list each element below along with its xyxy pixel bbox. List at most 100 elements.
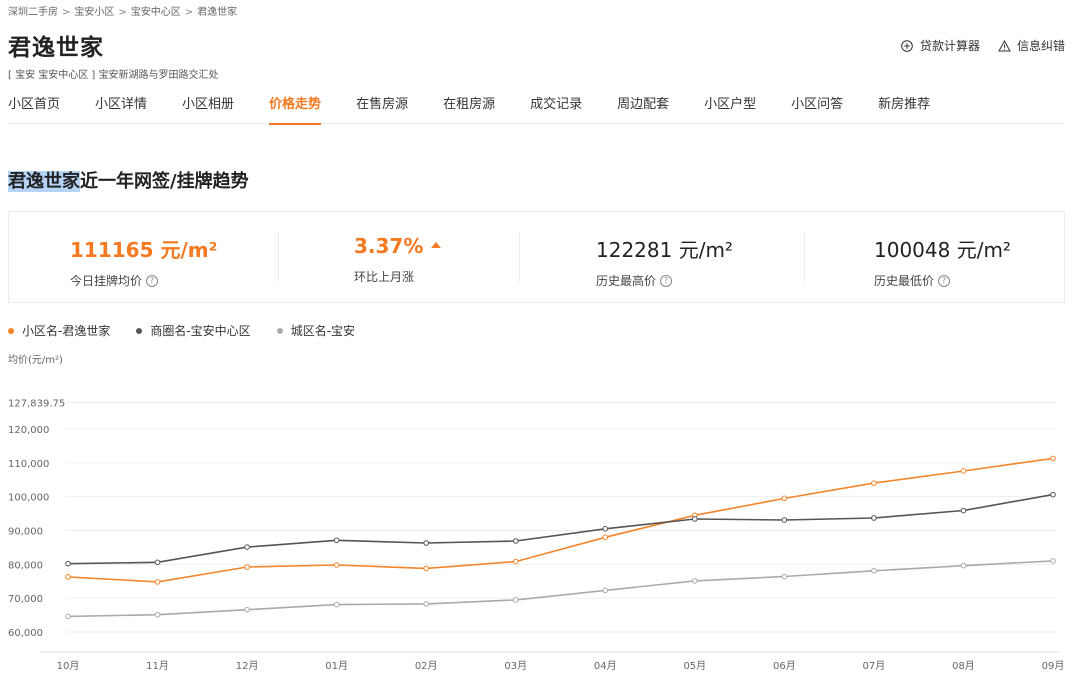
info-correction-button[interactable]: 信息纠错 (998, 37, 1065, 54)
legend-item-community[interactable]: 小区名-君逸世家 (8, 322, 110, 339)
data-point (65, 574, 71, 580)
tab-transactions[interactable]: 成交记录 (530, 97, 582, 124)
breadcrumb-separator: > (62, 7, 71, 18)
x-tick-label: 03月 (504, 660, 527, 672)
community-tabs: 小区首页 小区详情 小区相册 价格走势 在售房源 在租房源 成交记录 周边配套 … (8, 97, 1065, 125)
mom-value: 3.37% (354, 234, 424, 258)
data-point (781, 517, 788, 523)
tab-new-homes[interactable]: 新房推荐 (878, 97, 930, 124)
info-correction-label: 信息纠错 (1016, 39, 1065, 53)
x-tick-label: 02月 (415, 660, 438, 672)
data-point (244, 564, 250, 570)
price-trend-chart: 127,839.75 120,000 110,000 100,000 90,000 80,… (8, 398, 1065, 672)
data-point (1050, 491, 1056, 498)
y-tick-label: 127,839.75 (8, 398, 65, 409)
hist-high-label: 历史最高价 (596, 274, 657, 288)
chart-legend: 小区名-君逸世家 商圈名-宝安中心区 城区名-宝安 (8, 322, 355, 339)
data-point (65, 560, 71, 567)
series-line-2 (67, 560, 1054, 618)
section-title: 君逸世家近一年网签/挂牌趋势 (8, 167, 249, 193)
legend-dot (276, 327, 283, 334)
data-point (423, 540, 429, 546)
hist-high-value: 122281 元/m² (596, 238, 733, 262)
data-point (602, 534, 609, 541)
tab-home[interactable]: 小区首页 (8, 97, 60, 124)
y-tick-label: 120,000 (8, 425, 49, 436)
data-point (871, 515, 877, 521)
tab-for-sale[interactable]: 在售房源 (356, 97, 408, 124)
up-arrow-icon (431, 241, 442, 248)
data-point (244, 606, 250, 613)
data-point (154, 559, 161, 566)
y-tick-label: 110,000 (8, 459, 49, 470)
legend-label-business: 商圈名-宝安中心区 (150, 324, 251, 338)
data-point (512, 558, 519, 565)
x-tick-label: 10月 (57, 660, 80, 672)
data-point (692, 516, 698, 522)
hist-high-label-wrap: 历史最高价 ? (596, 272, 673, 289)
data-point (512, 538, 519, 544)
series-line-0 (67, 457, 1054, 583)
data-point (871, 567, 877, 574)
listing-avg-label: 今日挂牌均价 (70, 274, 143, 288)
section-title-highlight: 君逸世家 (8, 171, 80, 192)
data-point (154, 579, 161, 585)
legend-dot (136, 327, 143, 334)
tab-qa[interactable]: 小区问答 (791, 97, 843, 124)
y-tick-label: 90,000 (8, 527, 43, 538)
data-point (65, 613, 71, 620)
price-stats-panel: 111165 元/m² 今日挂牌均价 ? 3.37% 环比上月涨 122281 … (8, 211, 1065, 303)
legend-label-district: 城区名-宝安 (290, 324, 356, 338)
listing-avg-label-wrap: 今日挂牌均价 ? (70, 272, 159, 289)
x-tick-label: 11月 (146, 660, 169, 672)
section-title-rest: 近一年网签/挂牌趋势 (80, 171, 249, 192)
breadcrumb-item-district[interactable]: 宝安小区 (74, 7, 114, 18)
data-point (960, 507, 967, 514)
data-point (1050, 558, 1056, 564)
x-tick-label: 08月 (952, 660, 975, 672)
data-point (154, 611, 161, 618)
legend-item-district[interactable]: 城区名-宝安 (276, 322, 356, 339)
breadcrumb-item-current[interactable]: 君逸世家 (197, 7, 237, 18)
tab-details[interactable]: 小区详情 (95, 97, 147, 124)
data-point (781, 495, 788, 502)
mom-value-wrap: 3.37% (354, 234, 442, 258)
breadcrumb-item-city[interactable]: 深圳二手房 (8, 7, 58, 18)
mom-label: 环比上月涨 (354, 270, 415, 284)
data-point (781, 573, 788, 580)
stat-listing-avg: 111165 元/m² 今日挂牌均价 ? (9, 212, 277, 304)
breadcrumb-item-area[interactable]: 宝安中心区 (131, 7, 181, 18)
hist-low-value: 100048 元/m² (874, 238, 1011, 262)
help-icon[interactable]: ? (660, 274, 673, 287)
series-line-1 (67, 493, 1054, 565)
tab-album[interactable]: 小区相册 (182, 97, 234, 124)
x-tick-label: 09月 (1042, 660, 1065, 672)
data-point (960, 562, 967, 569)
x-tick-label: 06月 (773, 660, 796, 672)
tab-price-trend[interactable]: 价格走势 (269, 97, 322, 125)
breadcrumb-separator: > (118, 7, 127, 18)
community-address: [ 宝安 宝安中心区 ] 宝安新湖路与罗田路交汇处 (8, 70, 219, 81)
data-point (960, 468, 967, 474)
help-icon[interactable]: ? (146, 274, 159, 287)
legend-item-business[interactable]: 商圈名-宝安中心区 (136, 322, 251, 339)
hist-low-label-wrap: 历史最低价 ? (874, 272, 951, 289)
plus-circle-icon (901, 39, 914, 52)
stat-hist-low: 100048 元/m² 历史最低价 ? (805, 212, 1065, 304)
help-icon[interactable]: ? (938, 274, 951, 287)
warning-icon (998, 39, 1011, 52)
data-point (1050, 455, 1056, 462)
x-tick-label: 07月 (863, 660, 886, 672)
tab-for-rent[interactable]: 在租房源 (443, 97, 495, 124)
data-point (333, 537, 340, 544)
legend-label-community: 小区名-君逸世家 (22, 324, 111, 338)
breadcrumb-separator: > (184, 7, 194, 18)
breadcrumb: 深圳二手房 > 宝安小区 > 宝安中心区 > 君逸世家 (8, 3, 237, 18)
tab-surroundings[interactable]: 周边配套 (617, 97, 669, 124)
tab-floor-plans[interactable]: 小区户型 (704, 97, 756, 124)
x-tick-label: 04月 (594, 660, 617, 672)
data-point (512, 597, 519, 603)
listing-avg-value: 111165 元/m² (70, 238, 218, 262)
data-point (602, 526, 609, 532)
loan-calculator-button[interactable]: 贷款计算器 (901, 37, 980, 54)
